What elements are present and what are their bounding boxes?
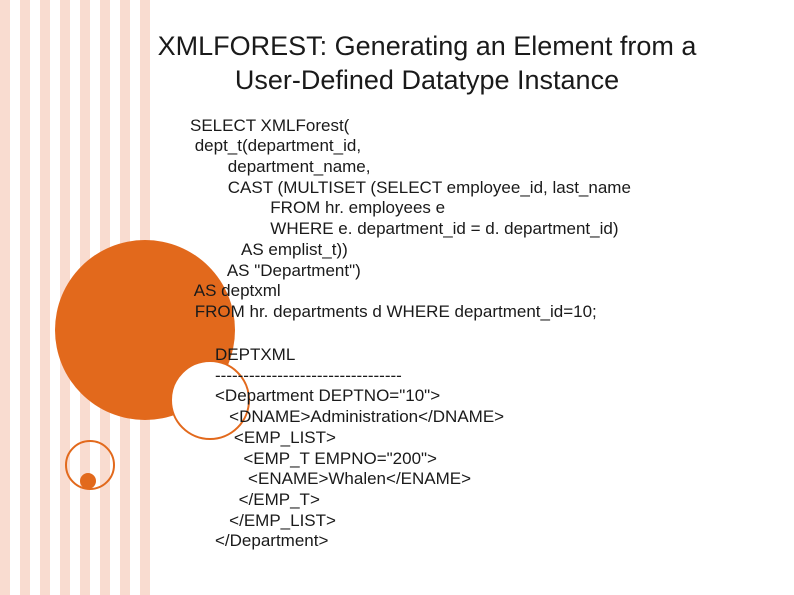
output-block: DEPTXML --------------------------------… (215, 345, 794, 552)
slide-content: XMLFOREST: Generating an Element from a … (0, 0, 794, 552)
slide-title: XMLFOREST: Generating an Element from a … (130, 30, 724, 98)
sql-code-block: SELECT XMLForest( dept_t(department_id, … (190, 116, 794, 323)
